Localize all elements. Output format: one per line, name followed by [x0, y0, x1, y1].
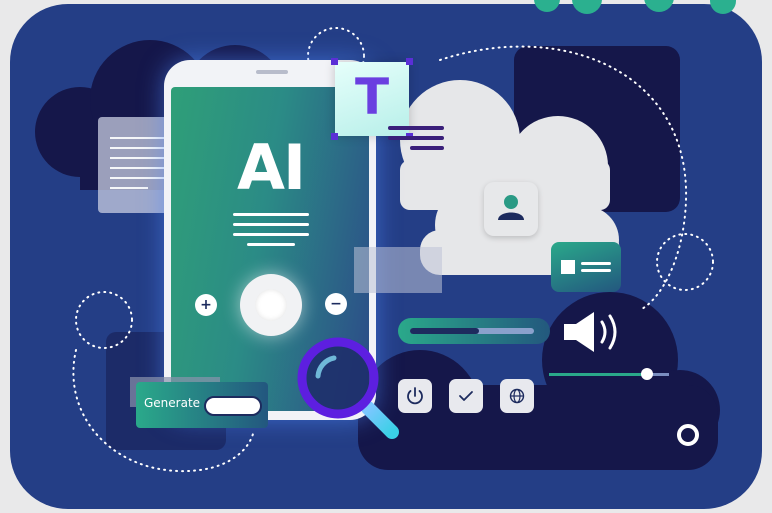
zoom-out-button[interactable]: −: [325, 293, 347, 315]
zoom-in-button[interactable]: +: [195, 294, 217, 316]
text-line: [233, 223, 309, 226]
text-line: [233, 233, 309, 236]
magnifier-icon: [297, 337, 399, 439]
globe-button[interactable]: [500, 379, 534, 413]
audio-progress-bar[interactable]: [398, 318, 550, 344]
volume-slider[interactable]: [549, 368, 669, 380]
text-line: [388, 126, 444, 130]
selection-handle[interactable]: [331, 133, 338, 140]
text-line: [247, 243, 295, 246]
id-card: [551, 242, 621, 292]
phone-speaker: [256, 70, 288, 74]
text-tool-card[interactable]: T: [335, 62, 409, 136]
record-button[interactable]: [677, 424, 699, 446]
generate-label: Generate: [144, 396, 201, 410]
selection-handle[interactable]: [406, 58, 413, 65]
generate-toggle[interactable]: [204, 396, 262, 416]
text-line: [388, 136, 444, 140]
text-line: [410, 146, 444, 150]
user-card[interactable]: [484, 182, 538, 236]
confirm-button[interactable]: [449, 379, 483, 413]
user-icon: [498, 195, 524, 220]
check-icon: [459, 391, 473, 401]
ai-headline: AI: [237, 131, 306, 204]
text-line: [233, 213, 309, 216]
placeholder-block: [354, 247, 442, 293]
selection-handle[interactable]: [331, 58, 338, 65]
text-tool-letter: T: [354, 68, 390, 126]
slider-fill: [549, 373, 648, 376]
generate-card: Generate: [136, 382, 268, 428]
progress-fill: [410, 328, 480, 334]
globe-icon: [509, 388, 525, 404]
ai-illustration: AI + − T Generate: [0, 0, 772, 513]
speaker-icon[interactable]: [562, 310, 626, 354]
dial-knob[interactable]: [240, 274, 302, 336]
